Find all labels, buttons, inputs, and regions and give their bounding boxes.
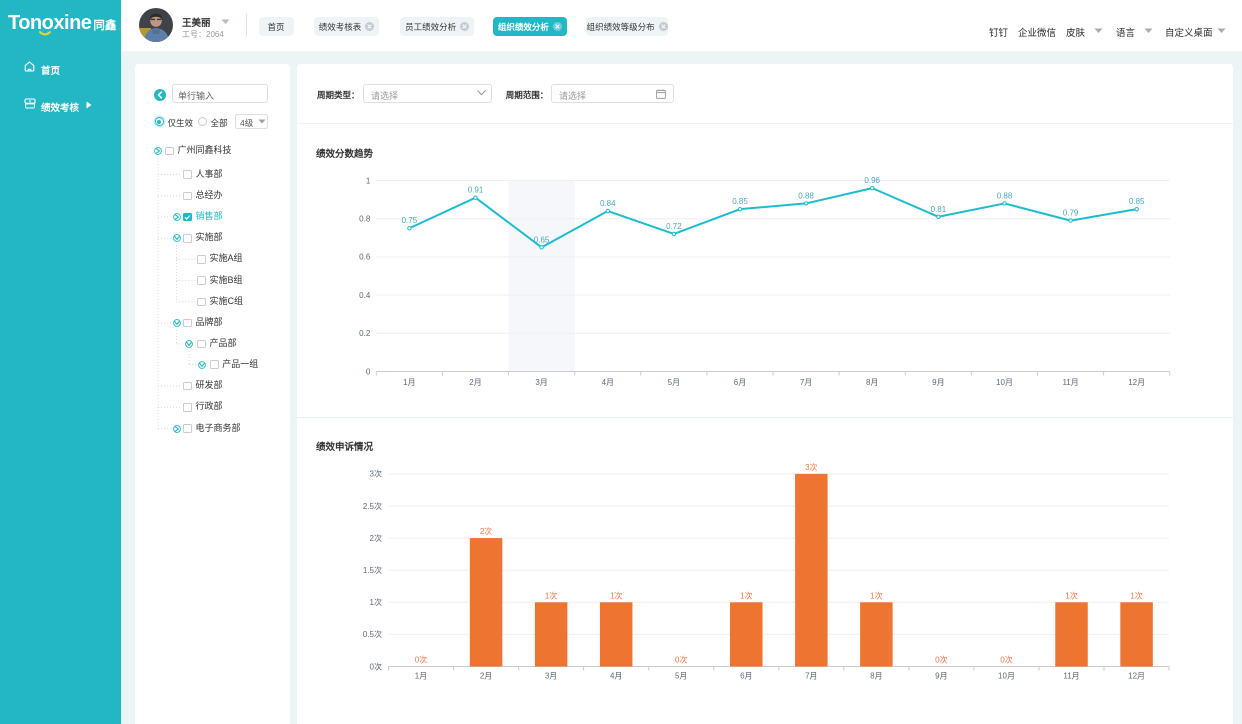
- svg-text:1次: 1次: [740, 590, 752, 600]
- svg-text:1.5次: 1.5次: [363, 565, 382, 575]
- svg-text:6月: 6月: [734, 378, 746, 387]
- svg-text:3次: 3次: [805, 462, 817, 472]
- svg-text:1次: 1次: [610, 590, 622, 600]
- svg-text:0.65: 0.65: [534, 235, 550, 244]
- svg-text:2.5次: 2.5次: [363, 501, 382, 511]
- svg-text:0: 0: [366, 367, 371, 376]
- svg-text:0.72: 0.72: [666, 222, 682, 231]
- svg-text:0.81: 0.81: [931, 205, 947, 214]
- svg-text:2次: 2次: [480, 526, 492, 536]
- svg-text:3月: 3月: [535, 378, 547, 387]
- svg-text:0次: 0次: [415, 655, 427, 665]
- svg-text:1月: 1月: [403, 378, 415, 387]
- svg-text:2次: 2次: [370, 533, 382, 543]
- svg-text:10月: 10月: [996, 378, 1013, 387]
- svg-text:3次: 3次: [370, 469, 382, 479]
- svg-text:0次: 0次: [1000, 655, 1012, 665]
- svg-text:1次: 1次: [1065, 590, 1077, 600]
- svg-text:12月: 12月: [1128, 672, 1145, 681]
- svg-text:0.4: 0.4: [359, 291, 371, 300]
- svg-text:0.75: 0.75: [402, 216, 418, 225]
- svg-text:11月: 11月: [1063, 672, 1079, 681]
- svg-text:0次: 0次: [675, 655, 687, 665]
- svg-text:10月: 10月: [998, 672, 1015, 681]
- svg-text:0.88: 0.88: [997, 191, 1013, 200]
- svg-text:5月: 5月: [668, 378, 680, 387]
- svg-text:0.85: 0.85: [732, 197, 748, 206]
- svg-text:2月: 2月: [480, 672, 492, 681]
- svg-text:12月: 12月: [1128, 378, 1145, 387]
- svg-text:0次: 0次: [935, 655, 947, 665]
- svg-text:7月: 7月: [800, 378, 812, 387]
- svg-text:0.79: 0.79: [1063, 209, 1079, 218]
- svg-text:4月: 4月: [602, 378, 614, 387]
- svg-text:7月: 7月: [805, 672, 817, 681]
- svg-text:3月: 3月: [545, 672, 557, 681]
- svg-text:0.84: 0.84: [600, 199, 616, 208]
- svg-text:5月: 5月: [675, 672, 687, 681]
- svg-text:1月: 1月: [415, 672, 427, 681]
- svg-text:1次: 1次: [545, 590, 557, 600]
- svg-text:8月: 8月: [870, 672, 882, 681]
- svg-text:0.96: 0.96: [864, 176, 880, 185]
- svg-text:1次: 1次: [870, 590, 882, 600]
- svg-text:1: 1: [366, 176, 371, 185]
- svg-text:2月: 2月: [469, 378, 481, 387]
- svg-text:6月: 6月: [740, 672, 752, 681]
- svg-text:0.2: 0.2: [359, 329, 371, 338]
- svg-text:0次: 0次: [370, 661, 382, 671]
- svg-text:9月: 9月: [935, 672, 947, 681]
- svg-text:11月: 11月: [1062, 378, 1078, 387]
- svg-text:4月: 4月: [610, 672, 622, 681]
- svg-text:1次: 1次: [1130, 590, 1142, 600]
- svg-text:0.85: 0.85: [1129, 197, 1145, 206]
- svg-text:8月: 8月: [866, 378, 878, 387]
- svg-text:0.5次: 0.5次: [363, 629, 382, 639]
- svg-text:0.6: 0.6: [359, 253, 371, 262]
- svg-text:1次: 1次: [370, 597, 382, 607]
- svg-text:0.88: 0.88: [798, 191, 814, 200]
- svg-text:0.91: 0.91: [468, 186, 484, 195]
- svg-text:9月: 9月: [932, 378, 944, 387]
- svg-text:0.8: 0.8: [359, 215, 371, 224]
